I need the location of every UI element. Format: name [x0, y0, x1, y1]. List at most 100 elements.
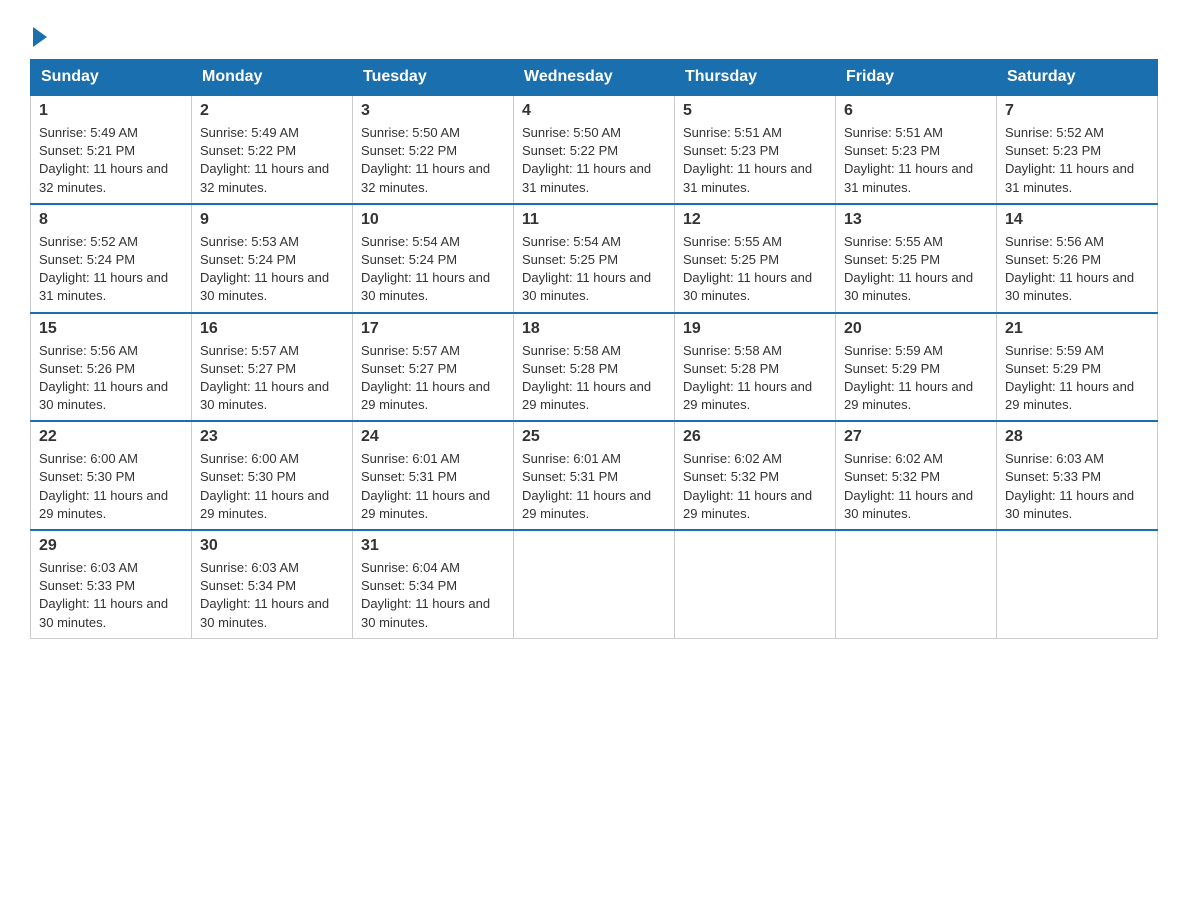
weekday-header-saturday: Saturday: [997, 60, 1158, 96]
day-number: 7: [1005, 102, 1149, 120]
day-number: 5: [683, 102, 827, 120]
day-info: Sunrise: 5:56 AMSunset: 5:26 PMDaylight:…: [1005, 234, 1134, 304]
calendar-cell: 5 Sunrise: 5:51 AMSunset: 5:23 PMDayligh…: [675, 95, 836, 204]
calendar-cell: 25 Sunrise: 6:01 AMSunset: 5:31 PMDaylig…: [514, 421, 675, 530]
day-info: Sunrise: 5:59 AMSunset: 5:29 PMDaylight:…: [844, 343, 973, 413]
week-row-5: 29 Sunrise: 6:03 AMSunset: 5:33 PMDaylig…: [31, 530, 1158, 638]
calendar-table: SundayMondayTuesdayWednesdayThursdayFrid…: [30, 59, 1158, 639]
day-number: 17: [361, 320, 505, 338]
day-number: 29: [39, 537, 183, 555]
calendar-cell: [675, 530, 836, 638]
weekday-header-tuesday: Tuesday: [353, 60, 514, 96]
calendar-cell: 8 Sunrise: 5:52 AMSunset: 5:24 PMDayligh…: [31, 204, 192, 313]
day-number: 14: [1005, 211, 1149, 229]
calendar-cell: 30 Sunrise: 6:03 AMSunset: 5:34 PMDaylig…: [192, 530, 353, 638]
calendar-cell: 15 Sunrise: 5:56 AMSunset: 5:26 PMDaylig…: [31, 313, 192, 422]
weekday-header-monday: Monday: [192, 60, 353, 96]
calendar-cell: 12 Sunrise: 5:55 AMSunset: 5:25 PMDaylig…: [675, 204, 836, 313]
day-info: Sunrise: 6:03 AMSunset: 5:34 PMDaylight:…: [200, 560, 329, 630]
calendar-cell: 31 Sunrise: 6:04 AMSunset: 5:34 PMDaylig…: [353, 530, 514, 638]
day-info: Sunrise: 6:00 AMSunset: 5:30 PMDaylight:…: [200, 451, 329, 521]
day-info: Sunrise: 6:01 AMSunset: 5:31 PMDaylight:…: [522, 451, 651, 521]
calendar-cell: 21 Sunrise: 5:59 AMSunset: 5:29 PMDaylig…: [997, 313, 1158, 422]
day-number: 8: [39, 211, 183, 229]
day-info: Sunrise: 5:53 AMSunset: 5:24 PMDaylight:…: [200, 234, 329, 304]
calendar-cell: 24 Sunrise: 6:01 AMSunset: 5:31 PMDaylig…: [353, 421, 514, 530]
day-info: Sunrise: 5:49 AMSunset: 5:21 PMDaylight:…: [39, 125, 168, 195]
day-info: Sunrise: 6:03 AMSunset: 5:33 PMDaylight:…: [39, 560, 168, 630]
day-number: 24: [361, 428, 505, 446]
day-number: 27: [844, 428, 988, 446]
day-info: Sunrise: 6:03 AMSunset: 5:33 PMDaylight:…: [1005, 451, 1134, 521]
day-info: Sunrise: 6:01 AMSunset: 5:31 PMDaylight:…: [361, 451, 490, 521]
calendar-cell: 7 Sunrise: 5:52 AMSunset: 5:23 PMDayligh…: [997, 95, 1158, 204]
weekday-header-row: SundayMondayTuesdayWednesdayThursdayFrid…: [31, 60, 1158, 96]
logo: [30, 25, 47, 47]
day-info: Sunrise: 5:52 AMSunset: 5:23 PMDaylight:…: [1005, 125, 1134, 195]
week-row-2: 8 Sunrise: 5:52 AMSunset: 5:24 PMDayligh…: [31, 204, 1158, 313]
calendar-cell: 11 Sunrise: 5:54 AMSunset: 5:25 PMDaylig…: [514, 204, 675, 313]
logo-arrow-icon: [33, 27, 47, 47]
calendar-cell: 9 Sunrise: 5:53 AMSunset: 5:24 PMDayligh…: [192, 204, 353, 313]
weekday-header-wednesday: Wednesday: [514, 60, 675, 96]
day-number: 26: [683, 428, 827, 446]
day-number: 10: [361, 211, 505, 229]
day-number: 1: [39, 102, 183, 120]
day-number: 19: [683, 320, 827, 338]
day-number: 9: [200, 211, 344, 229]
day-info: Sunrise: 5:55 AMSunset: 5:25 PMDaylight:…: [844, 234, 973, 304]
calendar-cell: 26 Sunrise: 6:02 AMSunset: 5:32 PMDaylig…: [675, 421, 836, 530]
day-number: 13: [844, 211, 988, 229]
day-number: 25: [522, 428, 666, 446]
calendar-cell: 27 Sunrise: 6:02 AMSunset: 5:32 PMDaylig…: [836, 421, 997, 530]
calendar-cell: 22 Sunrise: 6:00 AMSunset: 5:30 PMDaylig…: [31, 421, 192, 530]
day-info: Sunrise: 5:57 AMSunset: 5:27 PMDaylight:…: [200, 343, 329, 413]
day-number: 4: [522, 102, 666, 120]
day-info: Sunrise: 5:55 AMSunset: 5:25 PMDaylight:…: [683, 234, 812, 304]
day-info: Sunrise: 5:58 AMSunset: 5:28 PMDaylight:…: [683, 343, 812, 413]
calendar-cell: [997, 530, 1158, 638]
day-info: Sunrise: 6:02 AMSunset: 5:32 PMDaylight:…: [844, 451, 973, 521]
day-number: 31: [361, 537, 505, 555]
day-info: Sunrise: 5:51 AMSunset: 5:23 PMDaylight:…: [683, 125, 812, 195]
calendar-cell: [514, 530, 675, 638]
calendar-cell: 20 Sunrise: 5:59 AMSunset: 5:29 PMDaylig…: [836, 313, 997, 422]
calendar-cell: 23 Sunrise: 6:00 AMSunset: 5:30 PMDaylig…: [192, 421, 353, 530]
calendar-cell: 18 Sunrise: 5:58 AMSunset: 5:28 PMDaylig…: [514, 313, 675, 422]
calendar-cell: 17 Sunrise: 5:57 AMSunset: 5:27 PMDaylig…: [353, 313, 514, 422]
calendar-cell: 10 Sunrise: 5:54 AMSunset: 5:24 PMDaylig…: [353, 204, 514, 313]
week-row-1: 1 Sunrise: 5:49 AMSunset: 5:21 PMDayligh…: [31, 95, 1158, 204]
day-number: 12: [683, 211, 827, 229]
day-info: Sunrise: 5:54 AMSunset: 5:24 PMDaylight:…: [361, 234, 490, 304]
day-info: Sunrise: 6:04 AMSunset: 5:34 PMDaylight:…: [361, 560, 490, 630]
logo-general-text: [30, 25, 47, 47]
day-info: Sunrise: 5:51 AMSunset: 5:23 PMDaylight:…: [844, 125, 973, 195]
day-info: Sunrise: 6:00 AMSunset: 5:30 PMDaylight:…: [39, 451, 168, 521]
calendar-cell: 13 Sunrise: 5:55 AMSunset: 5:25 PMDaylig…: [836, 204, 997, 313]
day-number: 18: [522, 320, 666, 338]
weekday-header-sunday: Sunday: [31, 60, 192, 96]
day-info: Sunrise: 5:56 AMSunset: 5:26 PMDaylight:…: [39, 343, 168, 413]
calendar-cell: 6 Sunrise: 5:51 AMSunset: 5:23 PMDayligh…: [836, 95, 997, 204]
calendar-cell: 2 Sunrise: 5:49 AMSunset: 5:22 PMDayligh…: [192, 95, 353, 204]
day-number: 6: [844, 102, 988, 120]
weekday-header-thursday: Thursday: [675, 60, 836, 96]
day-info: Sunrise: 5:50 AMSunset: 5:22 PMDaylight:…: [361, 125, 490, 195]
day-info: Sunrise: 5:59 AMSunset: 5:29 PMDaylight:…: [1005, 343, 1134, 413]
day-number: 11: [522, 211, 666, 229]
week-row-3: 15 Sunrise: 5:56 AMSunset: 5:26 PMDaylig…: [31, 313, 1158, 422]
day-number: 23: [200, 428, 344, 446]
calendar-cell: 14 Sunrise: 5:56 AMSunset: 5:26 PMDaylig…: [997, 204, 1158, 313]
week-row-4: 22 Sunrise: 6:00 AMSunset: 5:30 PMDaylig…: [31, 421, 1158, 530]
day-number: 15: [39, 320, 183, 338]
calendar-cell: [836, 530, 997, 638]
day-info: Sunrise: 5:54 AMSunset: 5:25 PMDaylight:…: [522, 234, 651, 304]
day-number: 28: [1005, 428, 1149, 446]
day-number: 16: [200, 320, 344, 338]
page-header: [30, 20, 1158, 47]
calendar-cell: 1 Sunrise: 5:49 AMSunset: 5:21 PMDayligh…: [31, 95, 192, 204]
day-info: Sunrise: 5:57 AMSunset: 5:27 PMDaylight:…: [361, 343, 490, 413]
calendar-cell: 4 Sunrise: 5:50 AMSunset: 5:22 PMDayligh…: [514, 95, 675, 204]
day-number: 2: [200, 102, 344, 120]
day-info: Sunrise: 5:52 AMSunset: 5:24 PMDaylight:…: [39, 234, 168, 304]
